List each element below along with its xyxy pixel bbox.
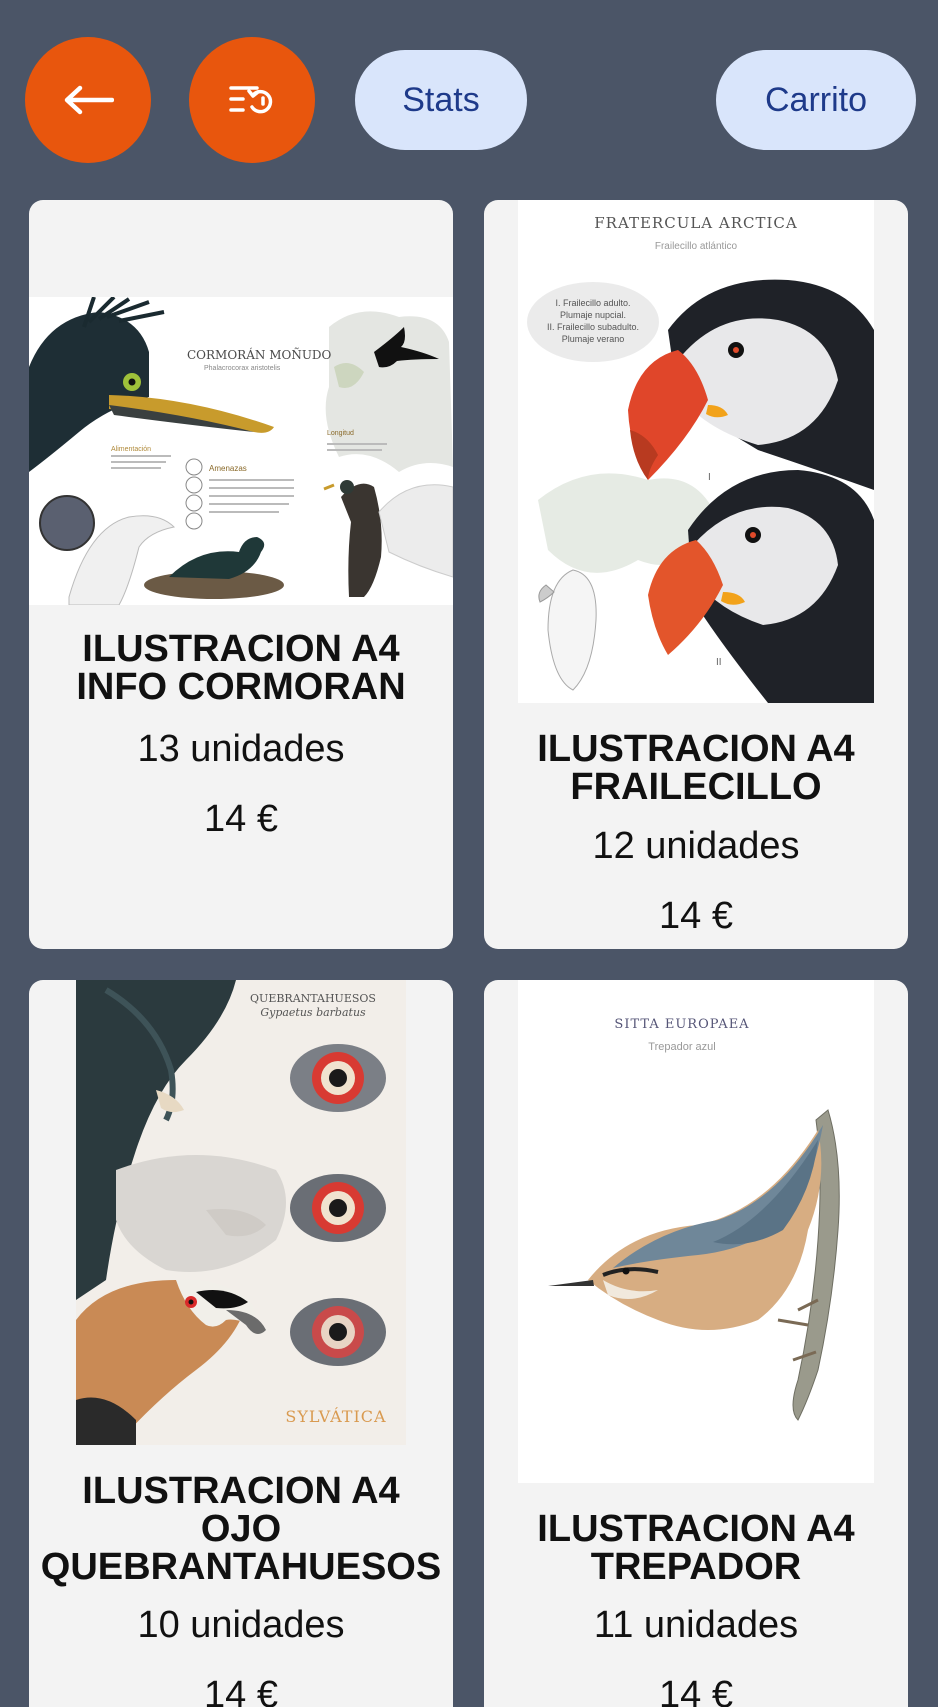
- art-mark: II: [716, 657, 722, 668]
- arrow-left-icon: [64, 85, 114, 115]
- art-brand: SYLVÁTICA: [285, 1406, 386, 1426]
- art-subheading: Trepador azul: [648, 1041, 715, 1053]
- product-title-line: QUEBRANTAHUESOS: [40, 1546, 442, 1588]
- art-heading: SITTA EUROPAEA: [614, 1017, 749, 1032]
- product-list-screen: Stats Carrito CORMORÁN MOÑUDO Phalacroco…: [0, 0, 938, 1707]
- art-subheading: Frailecillo atlántico: [655, 241, 738, 252]
- product-title: ILUSTRACION A4 FRAILECILLO: [484, 730, 908, 806]
- art-heading: CORMORÁN MOÑUDO: [187, 347, 332, 362]
- sort-reset-icon: [229, 86, 273, 114]
- art-subheading: Phalacrocorax aristotelis: [204, 365, 281, 372]
- eye-illustration: [290, 1174, 386, 1242]
- product-quantity: 13 unidades: [137, 728, 345, 770]
- product-quantity: 10 unidades: [137, 1604, 345, 1646]
- product-title-line: TREPADOR: [590, 1546, 802, 1588]
- cart-button-label: Carrito: [764, 80, 868, 119]
- product-image-cormoran[interactable]: CORMORÁN MOÑUDO Phalacrocorax aristoteli…: [29, 297, 453, 605]
- art-note: I. Frailecillo adulto.: [555, 298, 630, 308]
- stats-button[interactable]: Stats: [355, 50, 527, 150]
- art-label-food: Alimentación: [111, 446, 151, 453]
- product-title-line: ILUSTRACION A4: [82, 628, 400, 670]
- product-card-trepador[interactable]: SITTA EUROPAEA Trepador azul ILUSTRACION…: [484, 980, 908, 1707]
- art-note: II. Frailecillo subadulto.: [547, 322, 639, 332]
- product-title-line: ILUSTRACION A4: [537, 728, 855, 770]
- art-subheading: Gypaetus barbatus: [260, 1006, 366, 1019]
- art-mark: I: [708, 472, 711, 483]
- product-title-line: OJO: [200, 1508, 282, 1550]
- product-price: 14 €: [659, 895, 733, 937]
- sort-reset-button[interactable]: [189, 37, 315, 163]
- art-label-threats: Amenazas: [209, 464, 247, 473]
- art-note: Plumaje nupcial.: [560, 310, 626, 320]
- product-image-frailecillo[interactable]: FRATERCULA ARCTICA Frailecillo atlántico…: [518, 200, 874, 703]
- product-title-line: INFO CORMORAN: [76, 666, 406, 708]
- cart-button[interactable]: Carrito: [716, 50, 916, 150]
- product-price: 14 €: [659, 1674, 733, 1707]
- back-button[interactable]: [25, 37, 151, 163]
- art-label-length: Longitud: [327, 430, 354, 437]
- product-title-line: FRAILECILLO: [570, 766, 822, 808]
- product-price: 14 €: [204, 798, 278, 840]
- product-title-line: ILUSTRACION A4: [82, 1470, 400, 1512]
- product-title: ILUSTRACION A4 INFO CORMORAN: [29, 630, 453, 706]
- product-quantity: 11 unidades: [593, 1604, 799, 1646]
- product-title: ILUSTRACION A4 TREPADOR: [484, 1510, 908, 1586]
- eye-illustration: [290, 1298, 386, 1366]
- product-card-quebrantahuesos[interactable]: QUEBRANTAHUESOS Gypaetus barbatus SYLVÁT…: [29, 980, 453, 1707]
- stats-button-label: Stats: [402, 80, 480, 119]
- product-title: ILUSTRACION A4 OJO QUEBRANTAHUESOS: [29, 1472, 453, 1586]
- art-heading: FRATERCULA ARCTICA: [594, 214, 798, 232]
- eye-illustration: [290, 1044, 386, 1112]
- product-image-quebrantahuesos[interactable]: QUEBRANTAHUESOS Gypaetus barbatus SYLVÁT…: [76, 980, 406, 1445]
- art-note: Plumaje verano: [562, 334, 625, 344]
- product-card-cormoran[interactable]: CORMORÁN MOÑUDO Phalacrocorax aristoteli…: [29, 200, 453, 949]
- product-image-trepador[interactable]: SITTA EUROPAEA Trepador azul: [518, 980, 874, 1483]
- art-heading: QUEBRANTAHUESOS: [250, 992, 376, 1005]
- product-title-line: ILUSTRACION A4: [537, 1508, 855, 1550]
- top-toolbar: Stats Carrito: [0, 0, 938, 200]
- product-card-frailecillo[interactable]: FRATERCULA ARCTICA Frailecillo atlántico…: [484, 200, 908, 949]
- product-quantity: 12 unidades: [592, 825, 800, 867]
- product-price: 14 €: [204, 1674, 278, 1707]
